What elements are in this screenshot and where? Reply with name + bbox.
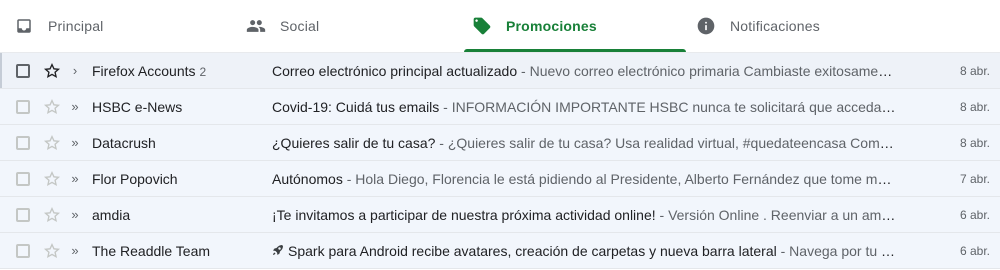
email-subject: Spark para Android recibe avatares, crea… xyxy=(288,242,777,259)
tab-notificaciones[interactable]: Notificaciones xyxy=(686,0,906,52)
email-subject: ¿Quieres salir de tu casa? xyxy=(272,134,436,151)
category-tabs: Principal Social Promociones Notificacio… xyxy=(0,0,1000,52)
star-icon[interactable] xyxy=(42,241,62,261)
email-snippet: - Nuevo correo electrónico primaria Camb… xyxy=(517,62,898,79)
tab-promociones[interactable]: Promociones xyxy=(464,0,686,52)
email-snippet: - Versión Online . Reenviar a un amigo *… xyxy=(655,206,898,223)
select-checkbox[interactable] xyxy=(16,171,30,186)
sender-name: The Readdle Team xyxy=(92,242,211,259)
email-row[interactable]: » The Readdle Team Spark para Android re… xyxy=(0,233,1000,269)
email-date: 6 abr. xyxy=(959,207,990,222)
email-date: 6 abr. xyxy=(959,243,990,258)
email-preview: Autónomos - Hola Diego, Florencia le est… xyxy=(272,171,898,187)
email-date: 8 abr. xyxy=(959,63,990,78)
select-checkbox[interactable] xyxy=(16,207,30,222)
tab-social[interactable]: Social xyxy=(232,0,464,52)
email-preview: ¡Te invitamos a participar de nuestra pr… xyxy=(272,207,898,223)
tab-promociones-label: Promociones xyxy=(506,18,597,34)
email-preview: Covid-19: Cuidá tus emails - INFORMACIÓN… xyxy=(272,99,898,115)
tab-principal-label: Principal xyxy=(48,18,104,34)
importance-marker-icon[interactable]: » xyxy=(68,243,82,258)
email-preview: Correo electrónico principal actualizado… xyxy=(272,63,898,79)
email-row[interactable]: » Flor Popovich Autónomos - Hola Diego, … xyxy=(0,161,1000,197)
sender-name: Datacrush xyxy=(92,134,156,151)
sender-name: Flor Popovich xyxy=(92,170,178,187)
select-checkbox[interactable] xyxy=(16,99,30,114)
select-checkbox[interactable] xyxy=(16,135,30,150)
importance-marker-icon[interactable]: » xyxy=(68,207,82,222)
email-preview: Spark para Android recibe avatares, crea… xyxy=(272,243,898,259)
email-snippet: - ¿Quieres salir de tu casa? Usa realida… xyxy=(435,134,898,151)
sender-name: HSBC e-News xyxy=(92,98,183,115)
email-snippet: - Navega por tu bandej... xyxy=(780,242,898,259)
email-subject: Autónomos xyxy=(272,170,343,187)
email-row[interactable]: › Firefox Accounts 2 Correo electrónico p… xyxy=(0,53,1000,89)
chevron-right-icon[interactable]: › xyxy=(68,63,82,78)
star-icon[interactable] xyxy=(42,97,62,117)
tag-icon xyxy=(472,16,492,36)
thread-count: 2 xyxy=(199,64,207,79)
email-preview: ¿Quieres salir de tu casa? - ¿Quieres sa… xyxy=(272,135,898,151)
people-icon xyxy=(246,16,266,36)
rocket-icon xyxy=(272,243,284,259)
sender-name: amdia xyxy=(92,206,131,223)
star-icon[interactable] xyxy=(42,61,62,81)
email-row[interactable]: » HSBC e-News Covid-19: Cuidá tus emails… xyxy=(0,89,1000,125)
email-list: › Firefox Accounts 2 Correo electrónico p… xyxy=(0,52,1000,269)
tab-social-label: Social xyxy=(280,18,320,34)
importance-marker-icon[interactable]: » xyxy=(68,135,82,150)
email-row[interactable]: » amdia ¡Te invitamos a participar de nu… xyxy=(0,197,1000,233)
email-subject: Correo electrónico principal actualizado xyxy=(272,62,518,79)
inbox-icon xyxy=(14,16,34,36)
email-subject: Covid-19: Cuidá tus emails xyxy=(272,98,440,115)
email-row[interactable]: » Datacrush ¿Quieres salir de tu casa? -… xyxy=(0,125,1000,161)
tab-principal[interactable]: Principal xyxy=(0,0,232,52)
email-snippet: - Hola Diego, Florencia le está pidiendo… xyxy=(342,170,898,187)
email-subject: ¡Te invitamos a participar de nuestra pr… xyxy=(272,206,656,223)
star-icon[interactable] xyxy=(42,169,62,189)
select-checkbox[interactable] xyxy=(16,243,30,258)
email-date: 8 abr. xyxy=(959,99,990,114)
importance-marker-icon[interactable]: » xyxy=(68,171,82,186)
email-snippet: - INFORMACIÓN IMPORTANTE HSBC nunca te s… xyxy=(443,98,898,115)
star-icon[interactable] xyxy=(42,133,62,153)
email-date: 7 abr. xyxy=(959,171,990,186)
email-date: 8 abr. xyxy=(959,135,990,150)
select-checkbox[interactable] xyxy=(16,63,30,78)
importance-marker-icon[interactable]: » xyxy=(68,99,82,114)
star-icon[interactable] xyxy=(42,205,62,225)
sender-name: Firefox Accounts 2 xyxy=(92,62,207,79)
info-icon xyxy=(696,16,716,36)
tab-notificaciones-label: Notificaciones xyxy=(730,18,820,34)
